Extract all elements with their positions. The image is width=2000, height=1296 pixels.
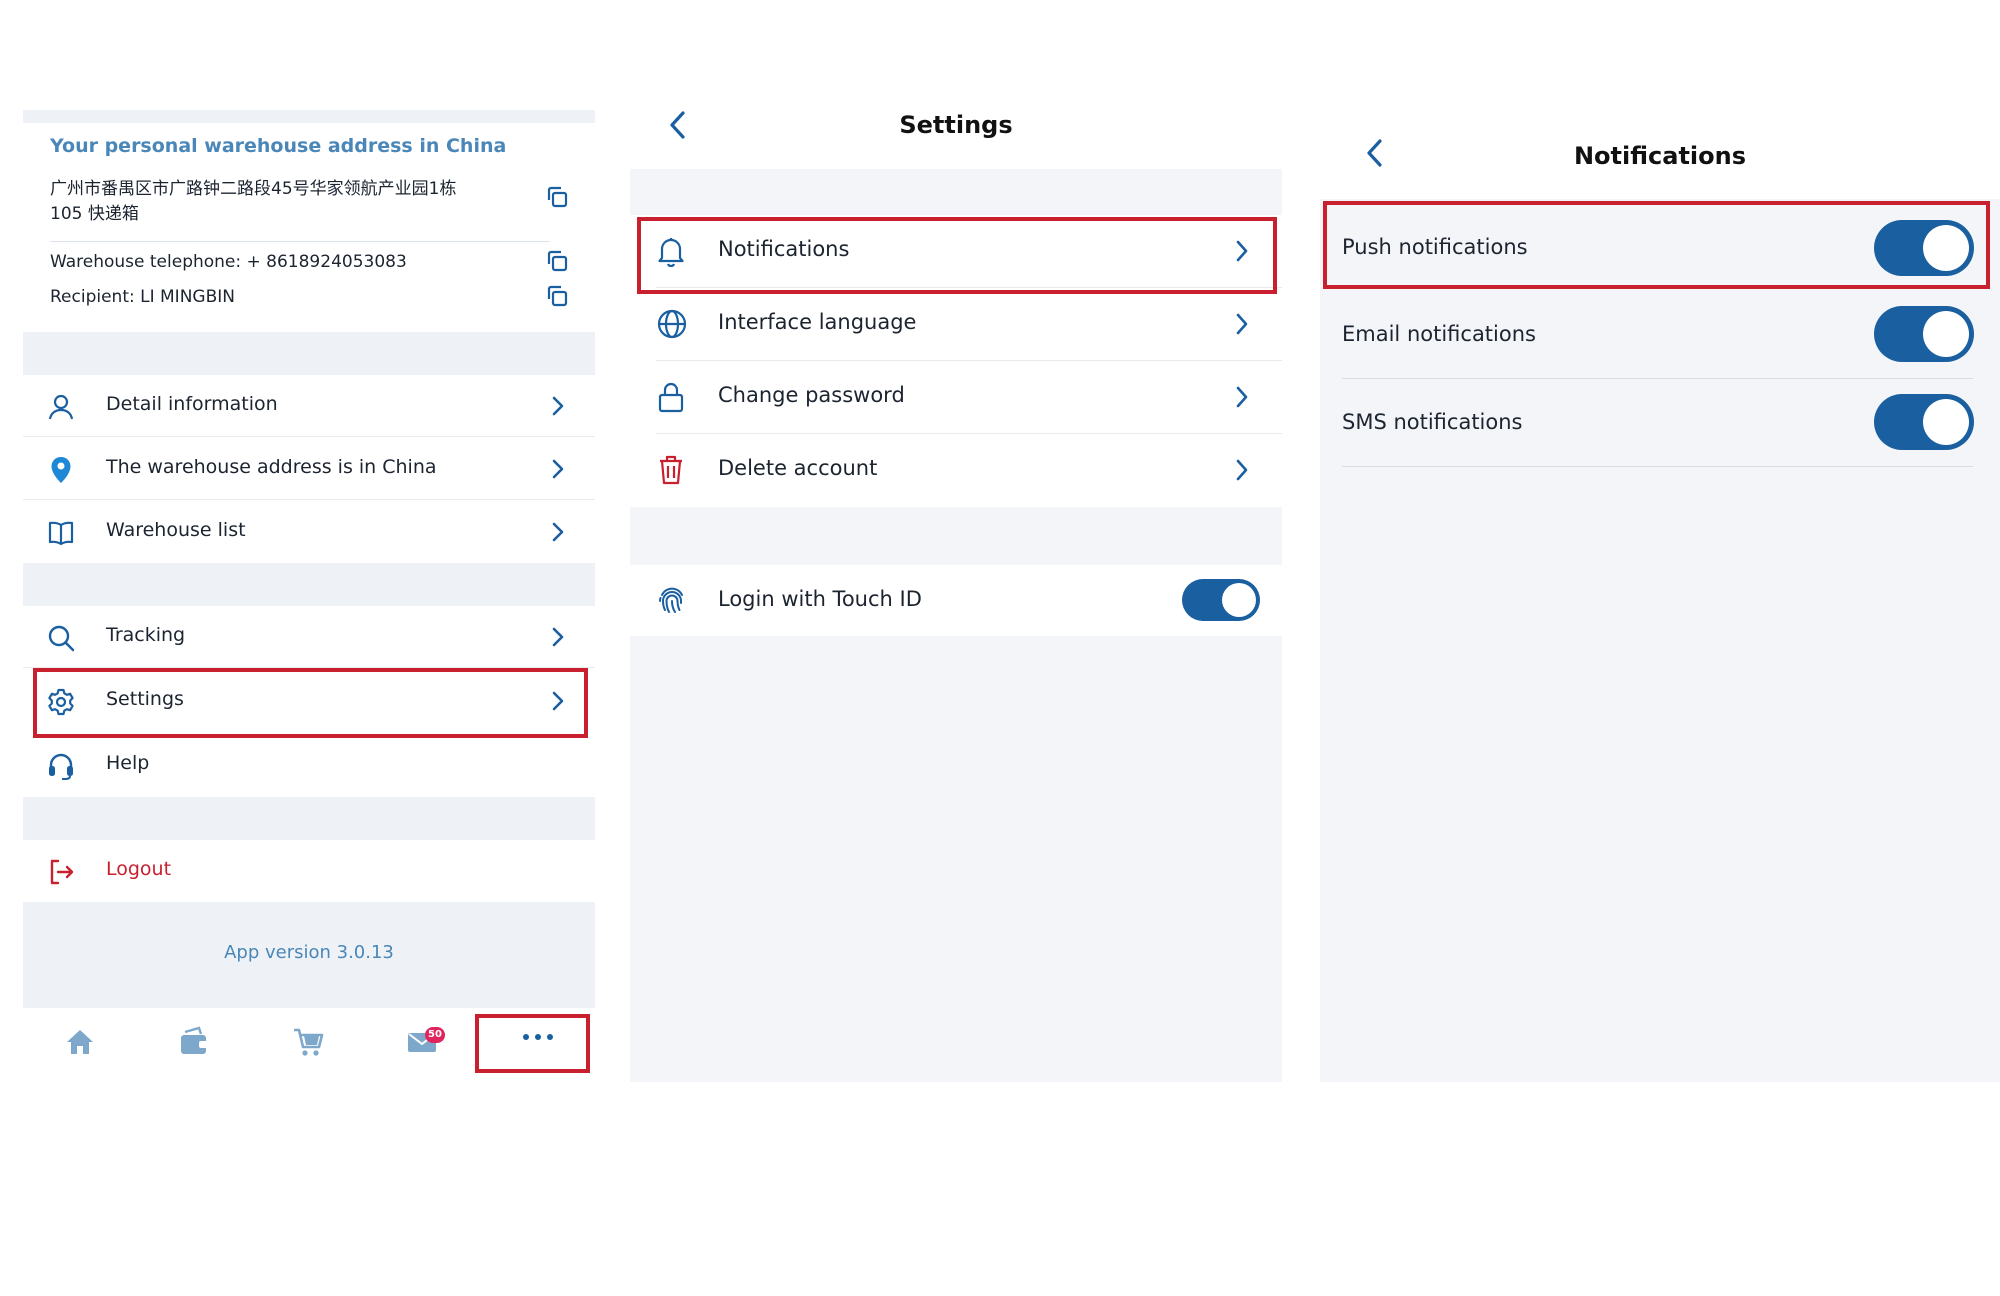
push-notifications-label: Push notifications <box>1342 235 1528 259</box>
notifications-panel: Notifications Push notifications Email n… <box>1320 95 2000 1082</box>
menu-item-label: Detail information <box>106 393 278 415</box>
map-pin-icon <box>46 455 76 485</box>
chevron-right-icon <box>1235 385 1249 409</box>
toggle-knob <box>1222 583 1256 617</box>
settings-item-notifications[interactable]: Notifications <box>630 215 1282 288</box>
settings-header: Settings <box>630 95 1282 169</box>
settings-item-change-password[interactable]: Change password <box>630 361 1282 434</box>
settings-panel: Settings Notifications Interface languag… <box>630 95 1282 1082</box>
logout-label: Logout <box>106 858 172 880</box>
cart-icon[interactable] <box>291 1025 325 1059</box>
email-notifications-label: Email notifications <box>1342 322 1536 346</box>
wallet-icon[interactable] <box>177 1025 211 1059</box>
divider <box>1342 466 1973 467</box>
touch-id-label: Login with Touch ID <box>718 587 922 611</box>
chevron-right-icon <box>551 458 565 480</box>
divider <box>23 436 595 437</box>
divider <box>1342 378 1973 379</box>
book-icon <box>46 518 76 548</box>
top-divider <box>23 110 595 123</box>
section-spacer <box>23 563 595 606</box>
warehouse-address-title: Your personal warehouse address in China <box>50 135 507 157</box>
chevron-right-icon <box>1235 458 1249 482</box>
copy-address-icon[interactable] <box>544 184 570 210</box>
settings-item-label: Change password <box>718 383 905 407</box>
warehouse-phone: Warehouse telephone: + 8618924053083 <box>50 252 407 272</box>
notifications-header: Notifications <box>1320 95 2000 199</box>
settings-item-touch-id: Login with Touch ID <box>630 565 1282 636</box>
settings-item-interface-language[interactable]: Interface language <box>630 288 1282 361</box>
section-spacer <box>23 797 595 840</box>
chevron-right-icon <box>1235 239 1249 263</box>
menu-item-label: The warehouse address is in China <box>106 456 437 478</box>
globe-icon <box>656 308 688 340</box>
menu-item-detail-information[interactable]: Detail information <box>23 375 595 437</box>
menu-item-label: Settings <box>106 688 184 710</box>
chevron-right-icon <box>1235 312 1249 336</box>
divider <box>50 241 550 242</box>
logout-icon <box>46 857 76 887</box>
recipient-name: Recipient: LI MINGBIN <box>50 287 235 307</box>
fingerprint-icon <box>656 583 688 615</box>
email-notifications-toggle[interactable] <box>1874 306 1974 362</box>
app-version: App version 3.0.13 <box>224 942 394 963</box>
bell-icon <box>656 235 686 267</box>
notification-item-email: Email notifications <box>1320 292 2000 379</box>
chevron-right-icon <box>551 521 565 543</box>
headset-icon <box>46 751 76 781</box>
settings-item-label: Interface language <box>718 310 917 334</box>
copy-phone-icon[interactable] <box>544 248 570 274</box>
settings-item-label: Delete account <box>718 456 878 480</box>
search-icon <box>46 623 76 653</box>
divider <box>23 499 595 500</box>
address-line-2: 105 快递箱 <box>50 204 139 224</box>
toggle-knob <box>1923 225 1969 271</box>
notification-item-sms: SMS notifications <box>1320 380 2000 467</box>
menu-item-label: Tracking <box>106 624 186 646</box>
sms-notifications-toggle[interactable] <box>1874 394 1974 450</box>
settings-item-label: Notifications <box>718 237 850 261</box>
gear-icon <box>46 687 76 717</box>
user-icon <box>46 392 76 422</box>
chevron-right-icon <box>551 626 565 648</box>
page-title: Notifications <box>1573 142 1747 170</box>
menu-item-help[interactable]: Help <box>23 734 595 796</box>
address-line-1: 广州市番禺区市广路钟二路段45号华家领航产业园1栋 <box>50 179 457 199</box>
sms-notifications-label: SMS notifications <box>1342 410 1523 434</box>
page-title: Settings <box>899 111 1013 139</box>
notification-item-push: Push notifications <box>1320 205 2000 292</box>
menu-item-warehouse-list[interactable]: Warehouse list <box>23 501 595 563</box>
chevron-right-icon <box>551 395 565 417</box>
lock-icon <box>656 381 686 413</box>
toggle-knob <box>1923 311 1969 357</box>
home-icon[interactable] <box>63 1025 97 1059</box>
toggle-knob <box>1923 399 1969 445</box>
menu-item-label: Warehouse list <box>106 519 246 541</box>
settings-item-delete-account[interactable]: Delete account <box>630 434 1282 507</box>
more-icon[interactable] <box>520 1031 556 1043</box>
warehouse-address: 广州市番禺区市广路钟二路段45号华家领航产业园1栋 105 快递箱 <box>50 177 490 227</box>
touch-id-toggle[interactable] <box>1182 579 1260 621</box>
copy-recipient-icon[interactable] <box>544 283 570 309</box>
section-spacer <box>23 332 595 375</box>
chevron-right-icon <box>551 690 565 712</box>
divider <box>23 667 595 668</box>
trash-icon <box>656 454 686 486</box>
menu-item-label: Help <box>106 752 150 774</box>
account-panel: Your personal warehouse address in China… <box>23 110 595 1082</box>
push-notifications-toggle[interactable] <box>1874 220 1974 276</box>
menu-item-warehouse-address[interactable]: The warehouse address is in China <box>23 438 595 500</box>
menu-item-tracking[interactable]: Tracking <box>23 606 595 668</box>
logout-button[interactable]: Logout <box>23 840 595 902</box>
menu-item-settings[interactable]: Settings <box>23 670 595 732</box>
mail-badge: 50 <box>425 1027 445 1043</box>
